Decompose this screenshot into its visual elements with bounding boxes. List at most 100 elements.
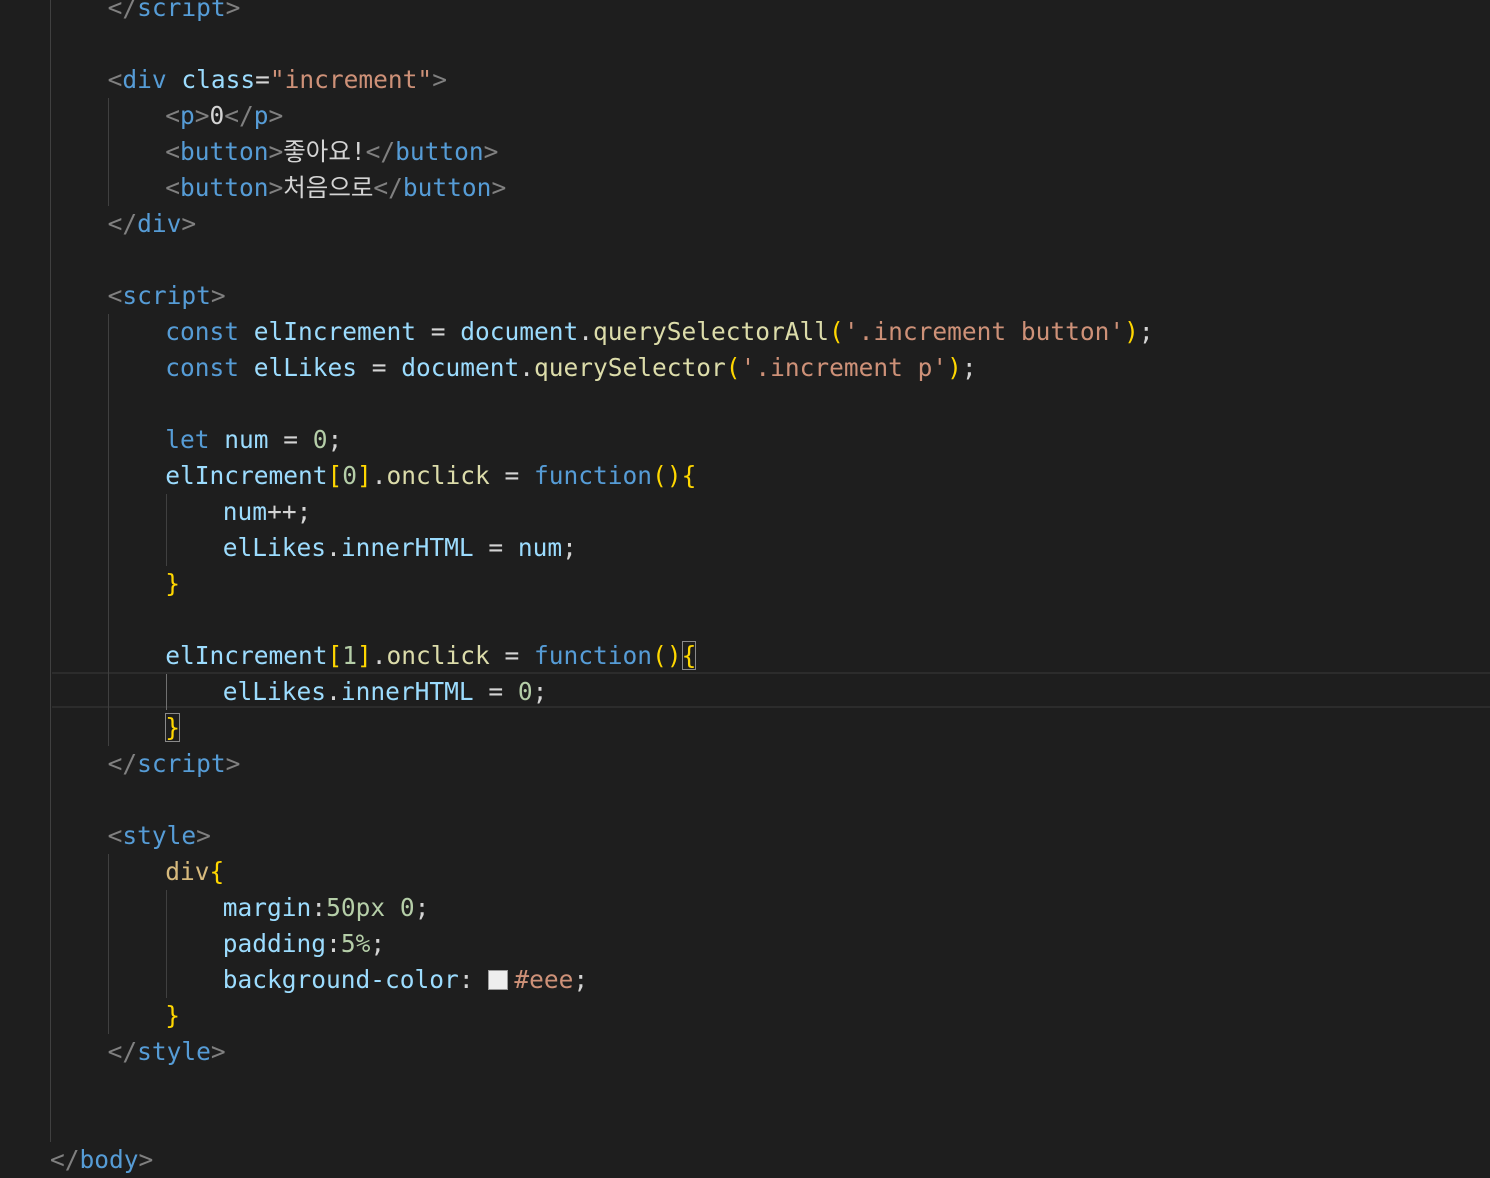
code-token: ; [414,893,430,922]
code-token: button [179,137,269,166]
color-swatch-icon[interactable] [488,970,509,990]
code-line[interactable]: elLikes.innerHTML = 0; [223,674,1490,710]
code-line[interactable]: const elLikes = document.querySelector('… [165,350,1490,386]
code-token: 0 [517,677,533,706]
code-line[interactable]: <p>0</p> [165,98,1490,134]
code-token: background-color [222,965,459,994]
code-token: div [165,857,210,886]
code-token: . [326,677,341,706]
code-line[interactable]: </div> [108,206,1490,242]
code-token: } [165,713,180,742]
code-token: . [519,353,535,382]
code-token: querySelector [534,353,726,382]
code-token: > [210,281,226,310]
code-token: button [395,137,484,166]
code-line[interactable]: elIncrement[0].onclick = function(){ [165,458,1490,494]
code-line[interactable]: </script> [108,0,1490,26]
code-line[interactable]: padding:5%; [223,926,1490,962]
code-line[interactable]: </style> [108,1034,1490,1070]
code-line[interactable]: elIncrement[1].onclick = function(){ [165,638,1490,674]
code-token: ; [573,965,589,994]
code-line[interactable]: num++; [223,494,1490,530]
code-token: script [137,0,226,22]
code-line[interactable]: </script> [108,746,1490,782]
code-line[interactable] [50,386,1490,422]
code-token: div [122,65,167,94]
code-token: style [137,1037,211,1066]
code-token: > [196,821,211,850]
code-line[interactable] [50,1106,1490,1142]
code-token: ] [356,461,372,490]
code-token: num [224,425,269,454]
indent-guide [166,890,167,998]
code-token: script [122,281,211,310]
code-line[interactable]: background-color: #eee; [223,962,1490,998]
code-token: < [107,821,123,850]
indent-guide [108,314,109,746]
code-line[interactable] [50,242,1490,278]
code-line[interactable]: <div class="increment"> [108,62,1490,98]
code-token: style [122,821,197,850]
code-token: </ [107,0,138,22]
code-line[interactable]: <button>처음으로</button> [165,170,1490,206]
code-line[interactable]: </body> [50,1142,1490,1178]
code-line[interactable]: elLikes.innerHTML = num; [223,530,1490,566]
indent-guide [166,674,167,710]
code-line[interactable]: } [165,566,1490,602]
code-token: 0 [399,893,415,922]
code-line[interactable]: div{ [165,854,1490,890]
code-token: </ [50,1145,80,1174]
code-token: elLikes [222,677,327,706]
code-token: > [491,173,507,202]
code-token: 50px [326,893,386,922]
code-token: elLikes [222,533,327,562]
code-token: ; [961,353,977,382]
code-line[interactable] [50,602,1490,638]
code-token: . [326,533,341,562]
code-token: = [415,317,461,346]
code-line[interactable]: } [165,998,1490,1034]
code-token: </ [373,173,403,202]
indent-guide [166,494,167,566]
code-line[interactable]: <style> [108,818,1490,854]
code-token: > [210,1037,226,1066]
code-token: function [534,641,653,670]
code-line[interactable]: <button>좋아요!</button> [165,134,1490,170]
code-line[interactable]: } [165,710,1490,746]
code-token: elIncrement [253,317,416,346]
code-token: p [253,101,269,130]
code-line[interactable] [50,1070,1490,1106]
code-token: = [489,461,535,490]
code-line[interactable] [50,782,1490,818]
code-token: "increment" [269,65,433,94]
code-token: [ [327,461,343,490]
code-token: #eee [514,965,574,994]
code-line[interactable]: <script> [108,278,1490,314]
code-token: </ [107,1037,138,1066]
code-token: 좋아요! [283,137,366,166]
code-token: ; [327,425,343,454]
code-token: > [268,137,284,166]
code-token: let [165,425,210,454]
code-line[interactable]: let num = 0; [165,422,1490,458]
code-line[interactable] [50,26,1490,62]
code-token: > [225,0,241,22]
code-token: innerHTML [340,677,474,706]
code-line[interactable]: const elIncrement = document.querySelect… [165,314,1490,350]
code-token: ; [562,533,577,562]
code-token: = [255,65,270,94]
code-token: '.increment button' [843,317,1125,346]
code-token: document [401,353,520,382]
code-token: { [209,857,225,886]
code-token: elIncrement [165,641,328,670]
code-token: margin [222,893,312,922]
code-token: button [402,173,492,202]
code-token: < [165,173,180,202]
code-token: = [473,533,518,562]
code-line[interactable]: margin:50px 0; [223,890,1490,926]
code-token: num [517,533,563,562]
code-token: < [107,65,123,94]
code-editor[interactable]: </script> <div class="increment"> <p>0</p>… [0,0,1490,1174]
code-token: > [194,101,210,130]
